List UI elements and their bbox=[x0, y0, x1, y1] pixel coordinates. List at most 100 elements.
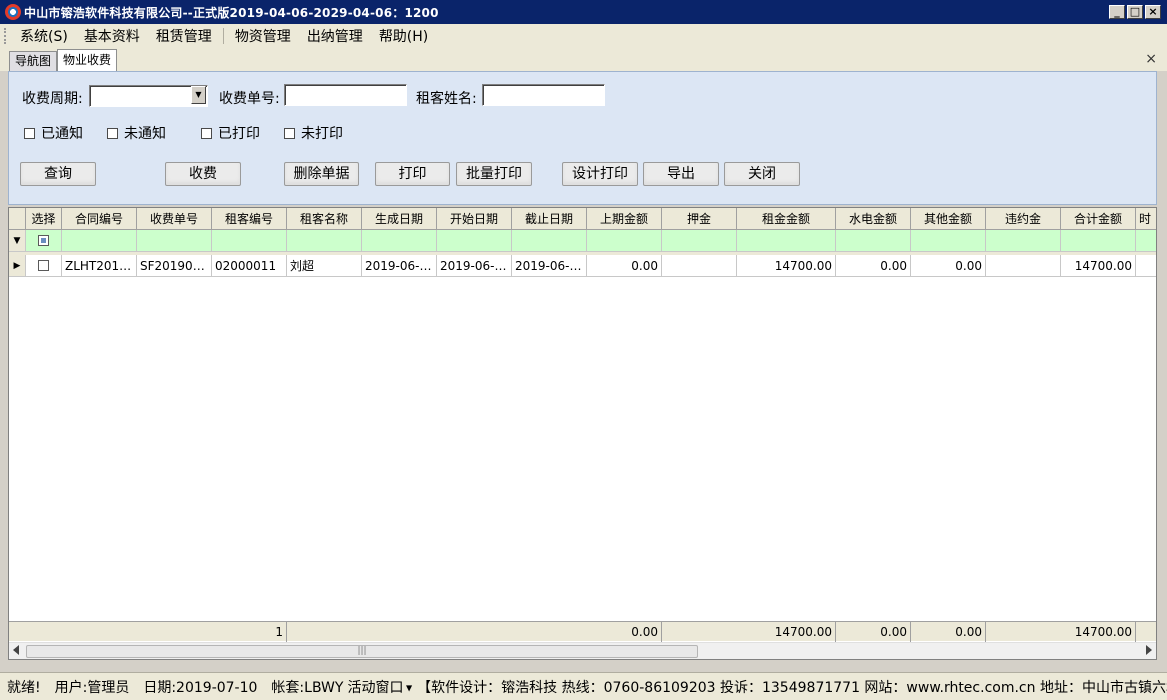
filter-cell[interactable] bbox=[437, 230, 512, 251]
cell-tenant-name[interactable]: 刘超 bbox=[287, 255, 362, 276]
maximize-button[interactable]: □ bbox=[1127, 5, 1143, 19]
scroll-right-icon[interactable] bbox=[1146, 645, 1152, 655]
col-header-total[interactable]: 合计金额 bbox=[1061, 208, 1136, 229]
notified-label: 已通知 bbox=[41, 126, 83, 142]
cell-penalty[interactable] bbox=[986, 255, 1061, 276]
filter-cell[interactable] bbox=[1061, 230, 1136, 251]
filter-cell[interactable] bbox=[986, 230, 1061, 251]
receipt-no-input[interactable] bbox=[284, 84, 407, 106]
charge-button[interactable]: 收费 bbox=[165, 162, 241, 186]
menu-cashier-management[interactable]: 出纳管理 bbox=[299, 26, 371, 46]
cell-contract-no[interactable]: ZLHT2019... bbox=[62, 255, 137, 276]
filter-cell[interactable] bbox=[587, 230, 662, 251]
col-header-more[interactable]: 时 bbox=[1136, 208, 1156, 229]
cell-deposit[interactable] bbox=[662, 255, 737, 276]
filter-cell[interactable] bbox=[911, 230, 986, 251]
design-print-button[interactable]: 设计打印 bbox=[562, 162, 638, 186]
col-header-rent[interactable]: 租金金额 bbox=[737, 208, 836, 229]
status-account: 帐套:LBWY bbox=[271, 679, 344, 696]
not-notified-label: 未通知 bbox=[124, 126, 166, 142]
menu-basic-data[interactable]: 基本资料 bbox=[76, 26, 148, 46]
row-select-checkbox[interactable] bbox=[38, 260, 49, 271]
col-header-created-date[interactable]: 生成日期 bbox=[362, 208, 437, 229]
printed-checkbox[interactable]: 已打印 bbox=[201, 123, 260, 143]
cell-start-date[interactable]: 2019-06-0... bbox=[437, 255, 512, 276]
checkbox-box[interactable] bbox=[107, 127, 118, 139]
close-window-button[interactable]: × bbox=[1145, 5, 1161, 19]
dropdown-arrow-icon: ▼ bbox=[403, 683, 413, 692]
cell-utility[interactable]: 0.00 bbox=[836, 255, 911, 276]
cell-total[interactable]: 14700.00 bbox=[1061, 255, 1136, 276]
menu-lease-management[interactable]: 租赁管理 bbox=[148, 26, 220, 46]
checkbox-box[interactable] bbox=[24, 127, 35, 139]
filter-cell[interactable] bbox=[212, 230, 287, 251]
checkbox-box[interactable] bbox=[284, 127, 295, 139]
filter-cell[interactable] bbox=[137, 230, 212, 251]
grid-summary-row: 1 0.00 14700.00 0.00 0.00 14700.00 bbox=[9, 621, 1156, 642]
cell-created-date[interactable]: 2019-06-1... bbox=[362, 255, 437, 276]
menu-bar: 系统(S) 基本资料 租赁管理 物资管理 出纳管理 帮助(H) bbox=[0, 24, 1167, 48]
col-header-tenant-name[interactable]: 租客名称 bbox=[287, 208, 362, 229]
close-tab-icon[interactable]: × bbox=[1145, 51, 1157, 67]
chevron-down-icon[interactable]: ▼ bbox=[191, 86, 206, 104]
filter-cell[interactable] bbox=[512, 230, 587, 251]
menu-materials-management[interactable]: 物资管理 bbox=[227, 26, 299, 46]
filter-cell[interactable] bbox=[287, 230, 362, 251]
not-printed-label: 未打印 bbox=[301, 126, 343, 142]
scroll-left-icon[interactable] bbox=[13, 645, 19, 655]
minimize-button[interactable]: _ bbox=[1109, 5, 1125, 19]
export-button[interactable]: 导出 bbox=[643, 162, 719, 186]
filter-cell[interactable] bbox=[362, 230, 437, 251]
filter-cell[interactable] bbox=[737, 230, 836, 251]
grid-filter-row[interactable]: ▼ bbox=[9, 230, 1156, 252]
cell-receipt-no[interactable]: SF201906... bbox=[137, 255, 212, 276]
horizontal-scrollbar[interactable]: ||| bbox=[9, 642, 1156, 659]
not-printed-checkbox[interactable]: 未打印 bbox=[284, 123, 343, 143]
filter-select-all-cell[interactable] bbox=[26, 230, 62, 251]
status-ready: 就绪! bbox=[7, 679, 41, 696]
active-window-dropdown[interactable]: 活动窗口 ▼ bbox=[345, 677, 414, 697]
filter-cell[interactable] bbox=[662, 230, 737, 251]
col-header-deposit[interactable]: 押金 bbox=[662, 208, 737, 229]
current-row-indicator-icon: ▶ bbox=[9, 255, 26, 276]
cell-end-date[interactable]: 2019-06-3... bbox=[512, 255, 587, 276]
filter-cell[interactable] bbox=[62, 230, 137, 251]
cell-rent[interactable]: 14700.00 bbox=[737, 255, 836, 276]
delete-receipt-button[interactable]: 删除单据 bbox=[284, 162, 359, 186]
row-select-cell[interactable] bbox=[26, 255, 62, 276]
col-header-prev-amount[interactable]: 上期金额 bbox=[587, 208, 662, 229]
scrollbar-thumb[interactable]: ||| bbox=[26, 645, 698, 658]
cell-prev-amount[interactable]: 0.00 bbox=[587, 255, 662, 276]
menu-system[interactable]: 系统(S) bbox=[12, 26, 76, 46]
cell-tenant-no[interactable]: 02000011 bbox=[212, 255, 287, 276]
menu-help[interactable]: 帮助(H) bbox=[371, 26, 436, 46]
summary-total: 14700.00 bbox=[986, 622, 1136, 642]
col-header-utility[interactable]: 水电金额 bbox=[836, 208, 911, 229]
status-date: 日期:2019-07-10 bbox=[143, 679, 258, 696]
col-header-select[interactable]: 选择 bbox=[26, 208, 62, 229]
col-header-start-date[interactable]: 开始日期 bbox=[437, 208, 512, 229]
batch-print-button[interactable]: 批量打印 bbox=[456, 162, 532, 186]
tab-property-charges[interactable]: 物业收费 bbox=[57, 49, 118, 71]
col-header-penalty[interactable]: 违约金 bbox=[986, 208, 1061, 229]
not-notified-checkbox[interactable]: 未通知 bbox=[107, 123, 166, 143]
print-button[interactable]: 打印 bbox=[375, 162, 450, 186]
notified-checkbox[interactable]: 已通知 bbox=[24, 123, 83, 143]
col-header-contract-no[interactable]: 合同编号 bbox=[62, 208, 137, 229]
tenant-name-input[interactable] bbox=[482, 84, 605, 106]
col-header-tenant-no[interactable]: 租客编号 bbox=[212, 208, 287, 229]
col-header-other[interactable]: 其他金额 bbox=[911, 208, 986, 229]
col-header-receipt-no[interactable]: 收费单号 bbox=[137, 208, 212, 229]
checkbox-box[interactable] bbox=[201, 127, 212, 139]
status-company-info: 【软件设计：镕浩科技 热线：0760-86109203 投诉：135498717… bbox=[417, 679, 1167, 696]
query-button[interactable]: 查询 bbox=[20, 162, 96, 186]
close-button[interactable]: 关闭 bbox=[724, 162, 800, 186]
table-row[interactable]: ▶ ZLHT2019... SF201906... 02000011 刘超 20… bbox=[9, 255, 1156, 277]
menu-separator bbox=[222, 28, 224, 44]
select-all-checkbox[interactable] bbox=[38, 235, 49, 246]
col-header-end-date[interactable]: 截止日期 bbox=[512, 208, 587, 229]
tab-navigation[interactable]: 导航图 bbox=[9, 51, 58, 71]
cell-other[interactable]: 0.00 bbox=[911, 255, 986, 276]
filter-cell[interactable] bbox=[836, 230, 911, 251]
charges-grid[interactable]: 选择 合同编号 收费单号 租客编号 租客名称 生成日期 开始日期 截止日期 上期… bbox=[8, 207, 1157, 660]
